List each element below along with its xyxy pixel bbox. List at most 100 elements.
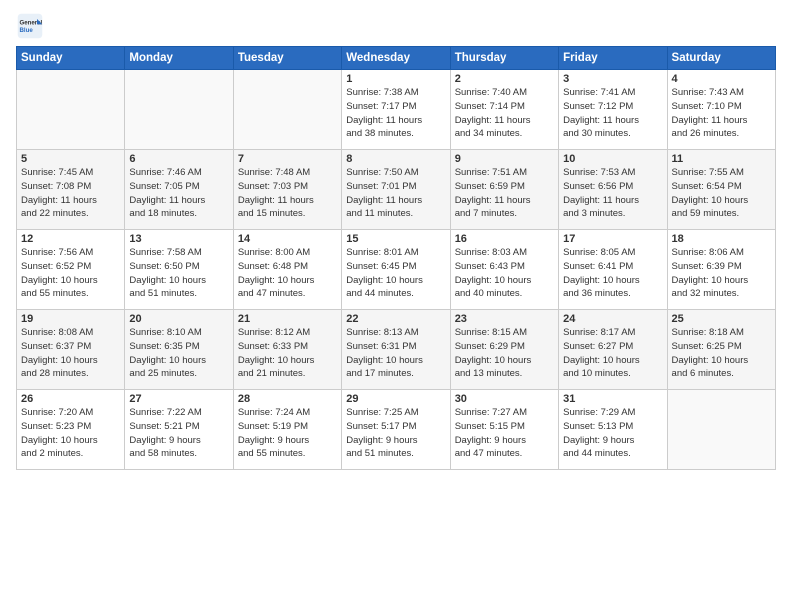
day-cell: 19Sunrise: 8:08 AM Sunset: 6:37 PM Dayli… xyxy=(17,310,125,390)
day-cell: 29Sunrise: 7:25 AM Sunset: 5:17 PM Dayli… xyxy=(342,390,450,470)
day-info: Sunrise: 7:46 AM Sunset: 7:05 PM Dayligh… xyxy=(129,166,228,221)
logo-icon: General Blue xyxy=(16,12,44,40)
col-header-monday: Monday xyxy=(125,47,233,70)
day-info: Sunrise: 7:38 AM Sunset: 7:17 PM Dayligh… xyxy=(346,86,445,141)
day-number: 14 xyxy=(238,233,337,245)
calendar-table: SundayMondayTuesdayWednesdayThursdayFrid… xyxy=(16,46,776,470)
col-header-tuesday: Tuesday xyxy=(233,47,341,70)
day-number: 13 xyxy=(129,233,228,245)
day-cell: 9Sunrise: 7:51 AM Sunset: 6:59 PM Daylig… xyxy=(450,150,558,230)
day-cell: 23Sunrise: 8:15 AM Sunset: 6:29 PM Dayli… xyxy=(450,310,558,390)
day-info: Sunrise: 7:56 AM Sunset: 6:52 PM Dayligh… xyxy=(21,246,120,301)
day-cell: 6Sunrise: 7:46 AM Sunset: 7:05 PM Daylig… xyxy=(125,150,233,230)
day-number: 5 xyxy=(21,153,120,165)
week-row-3: 19Sunrise: 8:08 AM Sunset: 6:37 PM Dayli… xyxy=(17,310,776,390)
week-row-2: 12Sunrise: 7:56 AM Sunset: 6:52 PM Dayli… xyxy=(17,230,776,310)
day-info: Sunrise: 7:40 AM Sunset: 7:14 PM Dayligh… xyxy=(455,86,554,141)
col-header-thursday: Thursday xyxy=(450,47,558,70)
day-info: Sunrise: 8:08 AM Sunset: 6:37 PM Dayligh… xyxy=(21,326,120,381)
day-number: 27 xyxy=(129,393,228,405)
day-cell xyxy=(233,70,341,150)
day-cell: 7Sunrise: 7:48 AM Sunset: 7:03 PM Daylig… xyxy=(233,150,341,230)
day-info: Sunrise: 7:45 AM Sunset: 7:08 PM Dayligh… xyxy=(21,166,120,221)
day-cell: 30Sunrise: 7:27 AM Sunset: 5:15 PM Dayli… xyxy=(450,390,558,470)
day-cell xyxy=(667,390,775,470)
day-number: 22 xyxy=(346,313,445,325)
day-info: Sunrise: 8:12 AM Sunset: 6:33 PM Dayligh… xyxy=(238,326,337,381)
col-header-saturday: Saturday xyxy=(667,47,775,70)
day-cell: 5Sunrise: 7:45 AM Sunset: 7:08 PM Daylig… xyxy=(17,150,125,230)
day-cell xyxy=(125,70,233,150)
day-cell: 16Sunrise: 8:03 AM Sunset: 6:43 PM Dayli… xyxy=(450,230,558,310)
col-header-sunday: Sunday xyxy=(17,47,125,70)
day-info: Sunrise: 8:18 AM Sunset: 6:25 PM Dayligh… xyxy=(672,326,771,381)
day-info: Sunrise: 7:43 AM Sunset: 7:10 PM Dayligh… xyxy=(672,86,771,141)
day-number: 28 xyxy=(238,393,337,405)
header: General Blue xyxy=(16,12,776,40)
day-cell: 27Sunrise: 7:22 AM Sunset: 5:21 PM Dayli… xyxy=(125,390,233,470)
day-number: 10 xyxy=(563,153,662,165)
day-cell: 21Sunrise: 8:12 AM Sunset: 6:33 PM Dayli… xyxy=(233,310,341,390)
day-number: 25 xyxy=(672,313,771,325)
day-number: 2 xyxy=(455,73,554,85)
day-number: 11 xyxy=(672,153,771,165)
day-cell xyxy=(17,70,125,150)
day-number: 1 xyxy=(346,73,445,85)
col-header-wednesday: Wednesday xyxy=(342,47,450,70)
day-info: Sunrise: 7:27 AM Sunset: 5:15 PM Dayligh… xyxy=(455,406,554,461)
day-cell: 8Sunrise: 7:50 AM Sunset: 7:01 PM Daylig… xyxy=(342,150,450,230)
day-cell: 25Sunrise: 8:18 AM Sunset: 6:25 PM Dayli… xyxy=(667,310,775,390)
week-row-4: 26Sunrise: 7:20 AM Sunset: 5:23 PM Dayli… xyxy=(17,390,776,470)
day-info: Sunrise: 7:53 AM Sunset: 6:56 PM Dayligh… xyxy=(563,166,662,221)
day-cell: 22Sunrise: 8:13 AM Sunset: 6:31 PM Dayli… xyxy=(342,310,450,390)
day-cell: 17Sunrise: 8:05 AM Sunset: 6:41 PM Dayli… xyxy=(559,230,667,310)
week-row-1: 5Sunrise: 7:45 AM Sunset: 7:08 PM Daylig… xyxy=(17,150,776,230)
day-info: Sunrise: 7:41 AM Sunset: 7:12 PM Dayligh… xyxy=(563,86,662,141)
col-header-friday: Friday xyxy=(559,47,667,70)
day-cell: 10Sunrise: 7:53 AM Sunset: 6:56 PM Dayli… xyxy=(559,150,667,230)
day-number: 30 xyxy=(455,393,554,405)
day-number: 12 xyxy=(21,233,120,245)
day-info: Sunrise: 8:17 AM Sunset: 6:27 PM Dayligh… xyxy=(563,326,662,381)
header-row: SundayMondayTuesdayWednesdayThursdayFrid… xyxy=(17,47,776,70)
day-info: Sunrise: 8:06 AM Sunset: 6:39 PM Dayligh… xyxy=(672,246,771,301)
day-info: Sunrise: 7:22 AM Sunset: 5:21 PM Dayligh… xyxy=(129,406,228,461)
day-number: 16 xyxy=(455,233,554,245)
day-info: Sunrise: 7:48 AM Sunset: 7:03 PM Dayligh… xyxy=(238,166,337,221)
day-cell: 28Sunrise: 7:24 AM Sunset: 5:19 PM Dayli… xyxy=(233,390,341,470)
day-number: 9 xyxy=(455,153,554,165)
week-row-0: 1Sunrise: 7:38 AM Sunset: 7:17 PM Daylig… xyxy=(17,70,776,150)
day-cell: 20Sunrise: 8:10 AM Sunset: 6:35 PM Dayli… xyxy=(125,310,233,390)
day-info: Sunrise: 7:58 AM Sunset: 6:50 PM Dayligh… xyxy=(129,246,228,301)
day-cell: 18Sunrise: 8:06 AM Sunset: 6:39 PM Dayli… xyxy=(667,230,775,310)
day-number: 18 xyxy=(672,233,771,245)
logo: General Blue xyxy=(16,12,46,40)
day-info: Sunrise: 7:24 AM Sunset: 5:19 PM Dayligh… xyxy=(238,406,337,461)
day-number: 21 xyxy=(238,313,337,325)
day-number: 3 xyxy=(563,73,662,85)
day-cell: 3Sunrise: 7:41 AM Sunset: 7:12 PM Daylig… xyxy=(559,70,667,150)
day-info: Sunrise: 7:25 AM Sunset: 5:17 PM Dayligh… xyxy=(346,406,445,461)
day-cell: 4Sunrise: 7:43 AM Sunset: 7:10 PM Daylig… xyxy=(667,70,775,150)
day-info: Sunrise: 8:15 AM Sunset: 6:29 PM Dayligh… xyxy=(455,326,554,381)
day-cell: 15Sunrise: 8:01 AM Sunset: 6:45 PM Dayli… xyxy=(342,230,450,310)
day-number: 8 xyxy=(346,153,445,165)
svg-text:Blue: Blue xyxy=(20,27,34,34)
day-number: 7 xyxy=(238,153,337,165)
day-cell: 12Sunrise: 7:56 AM Sunset: 6:52 PM Dayli… xyxy=(17,230,125,310)
day-cell: 2Sunrise: 7:40 AM Sunset: 7:14 PM Daylig… xyxy=(450,70,558,150)
day-number: 26 xyxy=(21,393,120,405)
day-number: 31 xyxy=(563,393,662,405)
day-info: Sunrise: 8:00 AM Sunset: 6:48 PM Dayligh… xyxy=(238,246,337,301)
day-number: 6 xyxy=(129,153,228,165)
day-info: Sunrise: 7:29 AM Sunset: 5:13 PM Dayligh… xyxy=(563,406,662,461)
day-cell: 31Sunrise: 7:29 AM Sunset: 5:13 PM Dayli… xyxy=(559,390,667,470)
day-number: 17 xyxy=(563,233,662,245)
day-number: 19 xyxy=(21,313,120,325)
day-number: 20 xyxy=(129,313,228,325)
day-info: Sunrise: 7:50 AM Sunset: 7:01 PM Dayligh… xyxy=(346,166,445,221)
day-cell: 11Sunrise: 7:55 AM Sunset: 6:54 PM Dayli… xyxy=(667,150,775,230)
day-info: Sunrise: 8:13 AM Sunset: 6:31 PM Dayligh… xyxy=(346,326,445,381)
day-info: Sunrise: 7:20 AM Sunset: 5:23 PM Dayligh… xyxy=(21,406,120,461)
day-info: Sunrise: 8:10 AM Sunset: 6:35 PM Dayligh… xyxy=(129,326,228,381)
